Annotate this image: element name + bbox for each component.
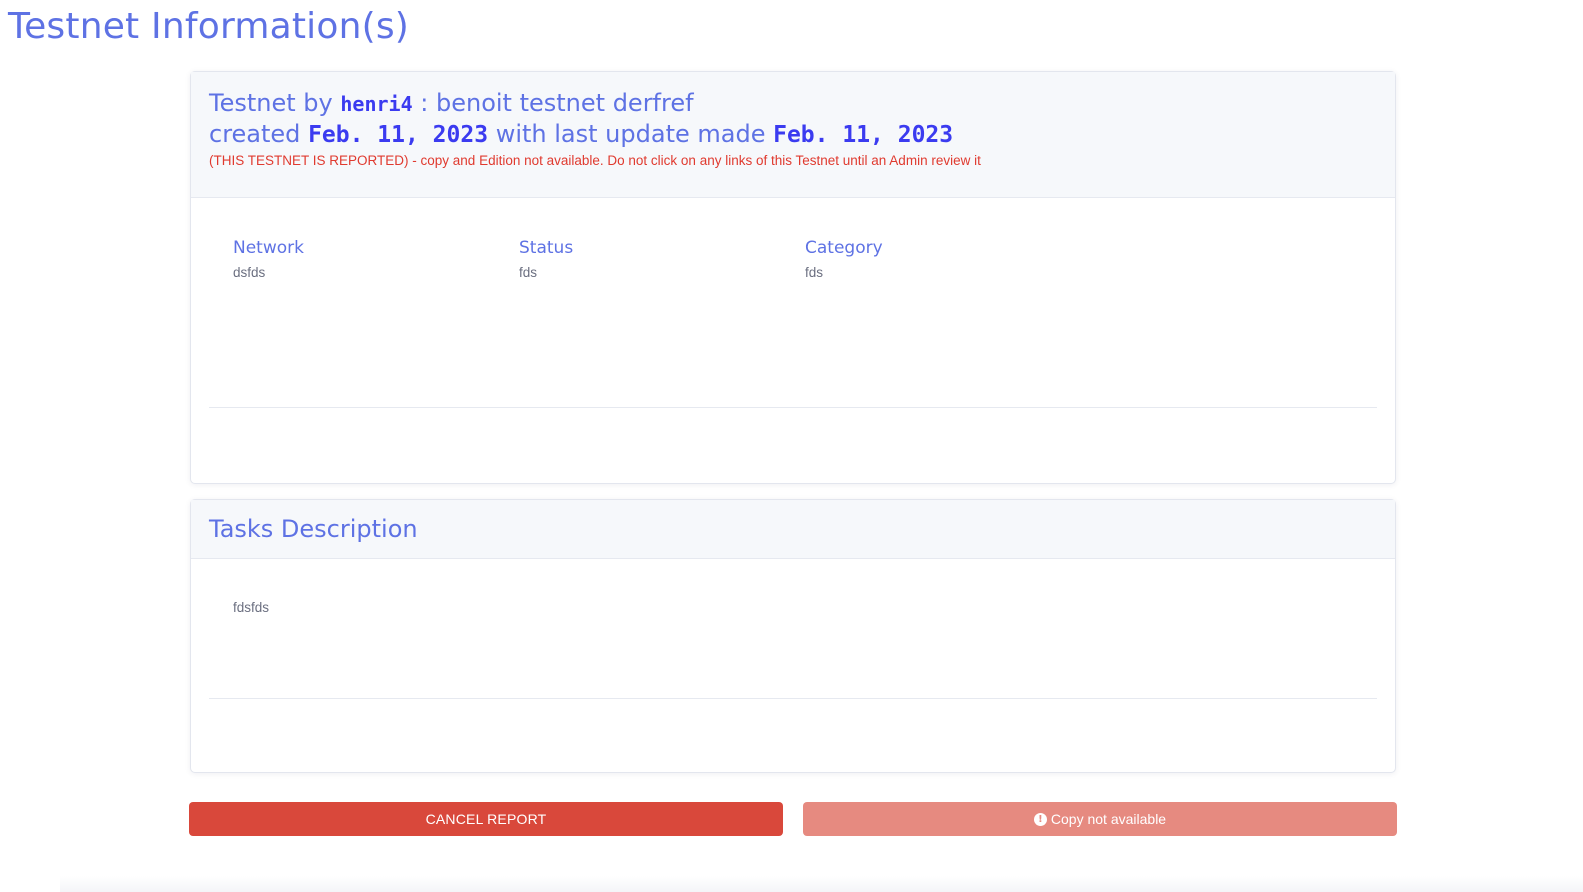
testnet-by-label: Testnet by xyxy=(209,89,333,117)
updated-date: Feb. 11, 2023 xyxy=(773,122,954,148)
testnet-info-header: Testnet by henri4 : benoit testnet derfr… xyxy=(191,72,1395,198)
field-value: dsfds xyxy=(233,265,266,280)
field-network: Network dsfds xyxy=(233,237,519,280)
tasks-title: Tasks Description xyxy=(209,515,418,543)
tasks-header: Tasks Description xyxy=(191,500,1395,559)
field-label: Status xyxy=(519,238,574,258)
field-label: Network xyxy=(233,238,304,258)
created-label: created xyxy=(209,120,301,148)
cancel-report-label: CANCEL REPORT xyxy=(425,811,547,827)
field-value: fds xyxy=(519,265,538,280)
field-category: Category fds xyxy=(805,237,1091,280)
created-date: Feb. 11, 2023 xyxy=(308,122,489,148)
info-circle-icon: ! xyxy=(1033,812,1047,826)
copy-not-available-button[interactable]: ! Copy not available xyxy=(803,802,1397,836)
reported-warning: (THIS TESTNET IS REPORTED) - copy and Ed… xyxy=(209,153,981,168)
card-divider xyxy=(209,698,1377,699)
testnet-dates-line: created Feb. 11, 2023 with last update m… xyxy=(209,119,1377,150)
testnet-author: henri4 xyxy=(340,92,413,116)
testnet-info-card: Testnet by henri4 : benoit testnet derfr… xyxy=(190,71,1396,484)
testnet-title-line: Testnet by henri4 : benoit testnet derfr… xyxy=(209,88,1377,119)
last-update-label: with last update made xyxy=(495,120,766,148)
field-label: Category xyxy=(805,238,883,258)
footer-shade xyxy=(60,876,1583,892)
page-title: Testnet Information(s) xyxy=(8,6,410,47)
copy-label: Copy not available xyxy=(1050,811,1167,827)
field-value: fds xyxy=(805,265,824,280)
cancel-report-button[interactable]: CANCEL REPORT xyxy=(189,802,783,836)
tasks-card: Tasks Description fdsfds xyxy=(190,499,1396,773)
tasks-description: fdsfds xyxy=(233,600,270,615)
testnet-title-separator: : xyxy=(420,89,429,117)
testnet-fields: Network dsfds Status fds Category fds xyxy=(233,237,1091,280)
testnet-name: benoit testnet derfref xyxy=(435,89,694,117)
field-status: Status fds xyxy=(519,237,805,280)
card-divider xyxy=(209,407,1377,408)
